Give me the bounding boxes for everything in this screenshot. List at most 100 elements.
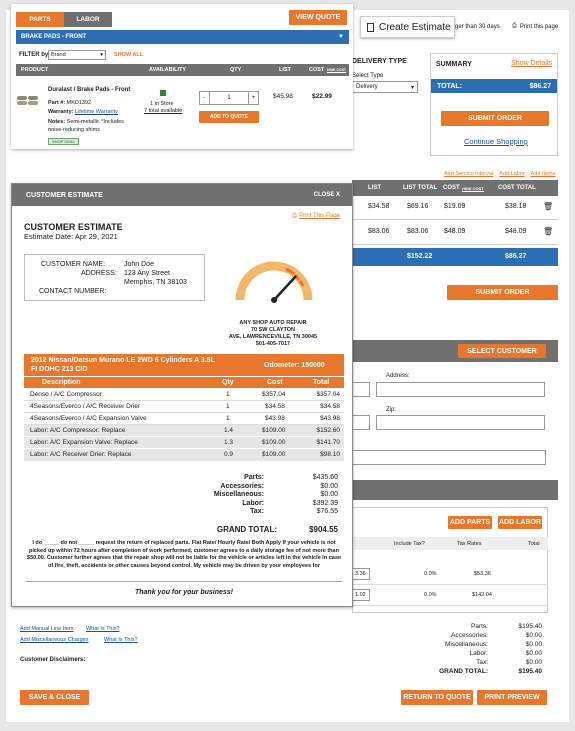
add-service-interval-link[interactable]: Add Service Interval — [444, 171, 493, 177]
product-title[interactable]: Duralast / Brake Pads - Front — [48, 87, 130, 93]
part-number: Part #: MKD1392 — [48, 100, 92, 106]
add-items-link[interactable]: Add Items — [531, 171, 556, 177]
add-labor-link[interactable]: Add Labor — [499, 171, 524, 177]
estimate-row: Denso / A/C Compressor 1 $357.04 $357.04 — [24, 389, 344, 401]
address-field[interactable] — [376, 382, 545, 397]
item-total-field[interactable]: 1.02 — [352, 589, 370, 601]
increment-button[interactable]: + — [248, 92, 258, 104]
estimate-row: 4Seasons/Everco / A/C Expansion Valve 1 … — [24, 413, 344, 425]
bg-table-row: $34.58 $69.16 $19.09 $38.18 🗑 — [352, 196, 558, 220]
quantity-input[interactable]: 1 — [210, 92, 248, 104]
notes: Notes: Semi-metallic *Includes noise-red… — [48, 119, 124, 133]
add-labor-button[interactable]: ADD LABOR — [498, 516, 542, 529]
estimate-table-header: Description Qty Cost Total — [24, 376, 344, 388]
bg-table-links: Add Service Interval Add Labor Add Items — [444, 171, 555, 177]
item-row: 3.36 0.0% $53.36 — [352, 565, 548, 585]
bg-submit-order-button[interactable]: SUBMIT ORDER — [447, 285, 558, 300]
disclaimer-text: I do _____ do not _____ request the retu… — [27, 540, 341, 569]
add-parts-button[interactable]: ADD PARTS — [448, 516, 492, 529]
bg-field[interactable] — [352, 450, 546, 465]
delivery-label: Select Type — [352, 73, 384, 79]
add-manual-line-link[interactable]: Add Manual Line Item — [20, 626, 74, 632]
filter-select[interactable]: Brand ▾ — [48, 50, 106, 60]
select-customer-button[interactable]: SELECT CUSTOMER — [458, 344, 546, 358]
view-quote-button[interactable]: VIEW QUOTE — [289, 10, 347, 25]
what-is-this-link[interactable]: What Is This? — [86, 626, 120, 632]
address-label: Address: — [386, 373, 410, 379]
printer-icon: ⎙ — [512, 23, 517, 29]
add-misc-charges-link[interactable]: Add Miscellaneous Charges — [20, 637, 88, 643]
print-this-page-link[interactable]: ⎙ Print This Page — [292, 213, 340, 220]
estimate-date: Estimate Date: Apr 29, 2021 — [24, 232, 118, 241]
odometer: Odometer: 150000 — [264, 362, 325, 369]
delivery-section: DELIVERY TYPE Select Type Delivery ▾ — [352, 58, 418, 93]
continue-shopping-link[interactable]: Continue Shopping — [464, 137, 528, 146]
estimate-modal: CUSTOMER ESTIMATE CLOSE X ⎙ Print This Pa… — [11, 183, 353, 607]
show-all-link[interactable]: SHOW ALL — [114, 52, 143, 58]
summary-panel: SUMMARY Show Details TOTAL: $86.27 SUBMIT… — [430, 53, 558, 156]
items-header: Include Tax? Tax Rates Total — [352, 537, 548, 550]
estimate-row: Labor: A/C Compressor: Replace 1.4 $109.… — [24, 425, 344, 437]
chevron-down-icon: ▾ — [100, 52, 103, 58]
estimate-rows: Denso / A/C Compressor 1 $357.04 $357.04… — [24, 389, 344, 461]
customer-disclaimers-label: Customer Disclaimers: — [20, 657, 86, 663]
show-details-link[interactable]: Show Details — [511, 60, 552, 67]
cost-price: $22.99 — [312, 93, 332, 100]
summary-total-bar: TOTAL: $86.27 — [431, 79, 557, 93]
modal-title: CUSTOMER ESTIMATE — [26, 192, 103, 199]
submit-order-button[interactable]: SUBMIT ORDER — [441, 111, 549, 126]
shop-info: ANY SHOP AUTO REPAIR 70 SW CLAYTON AVE, … — [228, 320, 318, 347]
bg-field[interactable] — [352, 415, 370, 430]
vehicle-text: 2012 Nissan/Datsun Murano LE 2WD 6 Cylin… — [31, 357, 215, 373]
print-preview-button[interactable]: PRINT PREVIEW — [477, 690, 547, 705]
return-to-quote-button[interactable]: RETURN TO QUOTE — [401, 690, 473, 705]
print-page-link[interactable]: ⎙ Print this page — [512, 23, 558, 30]
item-row: 1.02 0.0% $142.04 — [352, 586, 548, 606]
estimate-row: Labor: A/C Expansion Valve: Replace 1.3 … — [24, 437, 344, 449]
total-available-link[interactable]: 7 total available — [144, 108, 182, 114]
estimate-row: 4Seasons/Everco / A/C Receiver Drier 1 $… — [24, 401, 344, 413]
bg-table-row: $83.06 $83.06 $48.09 $48.09 🗑 — [352, 220, 558, 245]
decrement-button[interactable]: - — [200, 92, 210, 104]
close-button[interactable]: CLOSE X — [314, 192, 340, 198]
bg-totals-bar: $152.22 $86.27 — [352, 248, 558, 266]
chevron-down-icon: ▾ — [410, 84, 414, 91]
save-close-button[interactable]: SAVE & CLOSE — [20, 690, 89, 705]
modal-header: CUSTOMER ESTIMATE CLOSE X — [12, 184, 352, 206]
zip-label: Zip: — [386, 407, 397, 413]
tab-parts[interactable]: PARTS — [16, 12, 64, 27]
add-to-quote-button[interactable]: ADD TO QUOTE — [199, 111, 259, 123]
bg-table-header: LIST LIST TOTAL COST HIDE COST COST TOTA… — [352, 180, 558, 196]
zip-field[interactable] — [376, 415, 545, 430]
warranty: Warranty: Lifetime Warranty — [48, 109, 118, 115]
category-bar[interactable]: BRAKE PADS - FRONT ▼ — [16, 30, 349, 44]
item-total-field[interactable]: 3.36 — [352, 568, 370, 580]
parts-table-header: PRODUCT AVAILABILITY QTY LIST COST HIDE … — [16, 64, 349, 76]
in-stock-icon — [160, 90, 166, 96]
shop-deal-badge: SHOP DEAL — [48, 138, 79, 145]
create-estimate-button[interactable]: Create Estimate — [360, 16, 455, 38]
parts-card: PARTS LABOR VIEW QUOTE BRAKE PADS - FRON… — [11, 4, 353, 149]
vehicle-bar: 2012 Nissan/Datsun Murano LE 2WD 6 Cylin… — [24, 354, 344, 376]
what-is-this-link[interactable]: What Is This? — [104, 637, 138, 643]
thank-you-text: Thank you for your business! — [134, 589, 233, 596]
chevron-down-icon: ▼ — [338, 34, 344, 40]
estimate-totals: Parts: $435.60 Accessories: $0.00 Miscella… — [213, 474, 338, 515]
printer-icon: ⎙ — [292, 213, 298, 219]
bg-field[interactable] — [352, 382, 370, 397]
filter-label: FILTER by — [19, 52, 49, 58]
estimate-icon — [367, 22, 374, 32]
delivery-title: DELIVERY TYPE — [352, 58, 407, 65]
stock-text: 1 in Store — [150, 101, 174, 107]
trash-icon[interactable]: 🗑 — [543, 227, 553, 236]
thanks-divider — [26, 581, 342, 582]
grand-total: GRAND TOTAL: $904.55 — [216, 525, 338, 534]
delivery-select[interactable]: Delivery ▾ — [352, 81, 418, 93]
quantity-stepper[interactable]: - 1 + — [199, 91, 259, 105]
brake-pad-image — [17, 96, 39, 106]
trash-icon[interactable]: 🗑 — [543, 202, 553, 211]
customer-info-box: CUSTOMER NAME: John Doe ADDRESS: 123 Any… — [24, 254, 205, 301]
items-section-bar — [352, 480, 558, 500]
estimate-row: Labor: A/C Receiver Drier: Replace 0.9 $… — [24, 449, 344, 461]
tab-labor[interactable]: LABOR — [64, 12, 112, 27]
